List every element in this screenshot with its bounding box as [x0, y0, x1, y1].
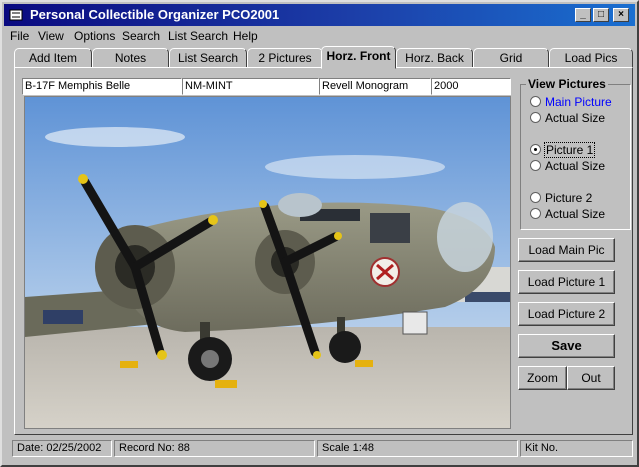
radio-circle[interactable]	[530, 208, 541, 219]
zoom-button[interactable]: Zoom	[518, 366, 567, 390]
load-picture-2-button[interactable]: Load Picture 2	[518, 302, 615, 326]
tab-2-pictures[interactable]: 2 Pictures	[247, 48, 323, 68]
menu-file[interactable]: File	[10, 29, 29, 43]
radio-circle[interactable]	[530, 192, 541, 203]
condition-field[interactable]: NM-MINT	[182, 78, 319, 95]
close-button[interactable]: ×	[613, 8, 629, 22]
tab-add-item[interactable]: Add Item	[14, 48, 92, 68]
minimize-button[interactable]: _	[575, 8, 591, 22]
tab-notes[interactable]: Notes	[92, 48, 169, 68]
tab-grid[interactable]: Grid	[473, 48, 549, 68]
tab-strip: Add Item Notes List Search 2 Pictures Ho…	[14, 46, 636, 69]
menu-view[interactable]: View	[38, 29, 64, 43]
radio-picture-1-actual-size[interactable]: Actual Size	[530, 159, 605, 173]
radio-circle[interactable]	[530, 160, 541, 171]
radio-label: Actual Size	[545, 159, 606, 173]
radio-main-actual-size[interactable]: Actual Size	[530, 111, 605, 125]
load-main-pic-button[interactable]: Load Main Pic	[518, 238, 615, 262]
maker-field[interactable]: Revell Monogram	[319, 78, 431, 95]
radio-label: Picture 1	[543, 142, 596, 158]
close-icon: ×	[618, 9, 624, 20]
radio-picture-1[interactable]: Picture 1	[530, 142, 596, 158]
app-icon	[8, 7, 24, 23]
app-window: Personal Collectible Organizer PCO2001 _…	[0, 0, 639, 467]
radio-label: Actual Size	[545, 207, 606, 221]
radio-circle[interactable]	[530, 144, 541, 155]
radio-main-picture[interactable]: Main Picture	[530, 95, 612, 109]
radio-label: Actual Size	[545, 111, 606, 125]
maximize-button[interactable]: □	[593, 8, 609, 22]
tab-horz-back[interactable]: Horz. Back	[396, 48, 473, 68]
radio-circle[interactable]	[530, 96, 541, 107]
maximize-icon: □	[597, 9, 605, 20]
status-kit-no: Kit No.	[520, 440, 633, 457]
menu-search[interactable]: Search	[122, 29, 160, 43]
menu-bar: File View Options Search List Search Hel…	[4, 27, 635, 45]
radio-label: Main Picture	[545, 95, 612, 109]
status-scale: Scale 1:48	[317, 440, 518, 457]
radio-picture-2-actual-size[interactable]: Actual Size	[530, 207, 605, 221]
zoom-out-button[interactable]: Out	[567, 366, 615, 390]
menu-help[interactable]: Help	[233, 29, 258, 43]
menu-list-search[interactable]: List Search	[168, 29, 228, 43]
window-title: Personal Collectible Organizer PCO2001	[30, 7, 280, 22]
save-button[interactable]: Save	[518, 334, 615, 358]
load-picture-1-button[interactable]: Load Picture 1	[518, 270, 615, 294]
menu-options[interactable]: Options	[74, 29, 115, 43]
radio-label: Picture 2	[545, 191, 593, 205]
tab-horz-front[interactable]: Horz. Front	[321, 46, 396, 69]
radio-picture-2[interactable]: Picture 2	[530, 191, 592, 205]
view-pictures-title: View Pictures	[526, 77, 608, 91]
tab-list-search[interactable]: List Search	[169, 48, 247, 68]
minimize-icon: _	[580, 9, 586, 20]
status-bar: Date: 02/25/2002 Record No: 88 Scale 1:4…	[12, 440, 633, 457]
status-record-no: Record No: 88	[114, 440, 315, 457]
tab-load-pics[interactable]: Load Pics	[549, 48, 633, 68]
radio-circle[interactable]	[530, 112, 541, 123]
year-field[interactable]: 2000	[431, 78, 511, 95]
item-name-field[interactable]: B-17F Memphis Belle	[22, 78, 182, 95]
title-bar[interactable]: Personal Collectible Organizer PCO2001 _…	[4, 4, 635, 26]
item-photo	[24, 96, 511, 429]
status-date: Date: 02/25/2002	[12, 440, 112, 457]
